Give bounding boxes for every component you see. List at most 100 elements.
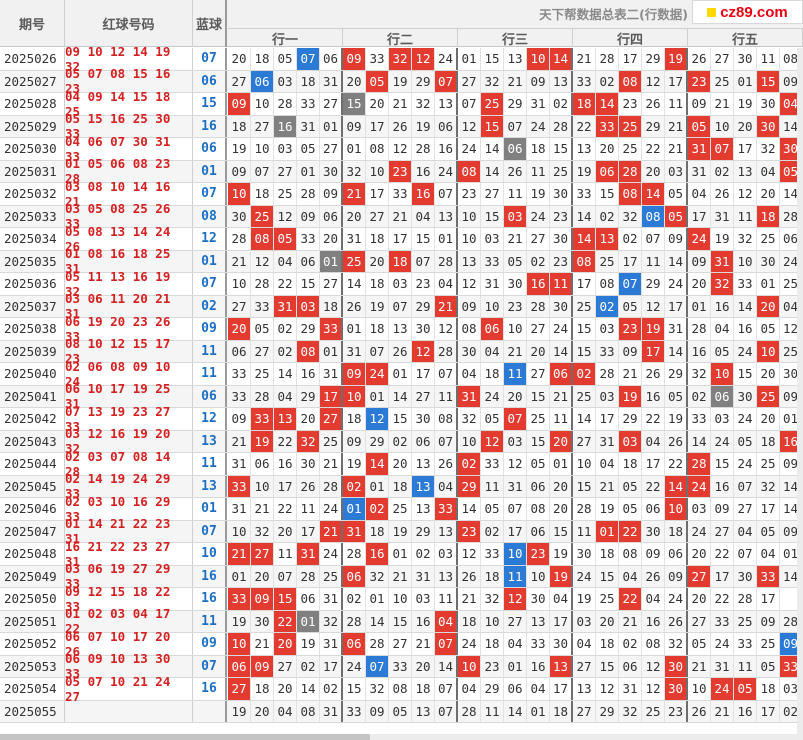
grid-number-cell: 09	[711, 498, 734, 520]
blue-ball-cell: 13	[193, 475, 227, 497]
grid-number-cell: 20	[596, 138, 619, 160]
grid-number-cell: 24	[734, 340, 757, 362]
grid-number-cell: 28	[366, 633, 389, 655]
grid-number-cell: 16	[274, 453, 297, 475]
grid-number-cell: 18	[366, 318, 389, 340]
grid-number-cell: 13	[596, 228, 619, 250]
grid-number-cell: 15	[297, 273, 320, 295]
blue-ball-column-header[interactable]: 蓝球	[193, 0, 227, 47]
grid-number-cell: 23	[389, 160, 412, 182]
grid-number-cell: 09	[228, 408, 251, 430]
grid-number-cell: 20	[550, 475, 573, 497]
grid-number-cell: 19	[573, 588, 596, 610]
grid-number-cell: 25	[550, 160, 573, 182]
grid-number-cell: 28	[320, 475, 343, 497]
grid-number-cell: 08	[435, 408, 458, 430]
grid-number-cell: 28	[550, 115, 573, 137]
grid-number-cell: 02	[619, 228, 642, 250]
grid-number-cell: 15	[389, 408, 412, 430]
grid-number-cell: 31	[688, 160, 711, 182]
grid-number-cell: 01	[435, 228, 458, 250]
grid-number-cell: 18	[320, 295, 343, 317]
grid-number-cell: 29	[412, 295, 435, 317]
grid-number-cell: 17	[366, 115, 389, 137]
grid-number-cell: 14	[366, 610, 389, 632]
grid-number-cell: 32	[389, 48, 412, 70]
grid-number-cell: 20	[251, 565, 274, 587]
grid-number-cell: 20	[596, 610, 619, 632]
grid-number-cell: 33	[343, 700, 366, 722]
site-logo[interactable]: cz89.com	[692, 0, 803, 24]
grid-number-cell: 28	[734, 588, 757, 610]
grid-number-cell: 18	[366, 520, 389, 542]
table-row[interactable]: 2025055 19 20 04 08 31 33 09 05 13 07 28 11 14 01 18 27 2…	[0, 700, 803, 723]
grid-number-cell: 18	[297, 70, 320, 92]
grid-number-cell: 32	[366, 565, 389, 587]
grid-number-cell: 18	[481, 565, 504, 587]
grid-number-cell: 06	[481, 318, 504, 340]
grid-number-cell: 14	[481, 138, 504, 160]
grid-number-cell: 07	[435, 183, 458, 205]
red-balls-column-header[interactable]: 红球号码	[65, 0, 193, 47]
grid-number-cell: 06	[527, 475, 550, 497]
grid-number-cell: 04	[481, 340, 504, 362]
grid-number-cell: 02	[481, 520, 504, 542]
grid-number-cell: 02	[619, 633, 642, 655]
grid-number-cell: 31	[274, 295, 297, 317]
grid-number-cell: 03	[389, 273, 412, 295]
grid-number-cell: 28	[435, 250, 458, 272]
grid-number-cell: 32	[665, 633, 688, 655]
grid-number-cell: 10	[527, 565, 550, 587]
grid-number-cell: 01	[320, 115, 343, 137]
grid-number-cell: 02	[550, 93, 573, 115]
grid-number-cell: 02	[573, 363, 596, 385]
table-row[interactable]: 2025054 05 07 10 21 24 27 16 27 18 20 14 02 15 32…	[0, 674, 803, 704]
grid-number-cell: 25	[619, 138, 642, 160]
blue-ball-cell: 07	[193, 655, 227, 677]
grid-number-cell: 33	[481, 543, 504, 565]
grid-number-cell: 19	[734, 93, 757, 115]
vertical-scrollbar[interactable]	[797, 48, 803, 740]
grid-number-cell: 18	[366, 273, 389, 295]
grid-number-cell: 23	[688, 70, 711, 92]
grid-number-cell: 18	[366, 228, 389, 250]
grid-number-cell: 01	[389, 543, 412, 565]
grid-number-cell: 07	[504, 498, 527, 520]
grid-number-cell: 32	[734, 228, 757, 250]
blue-ball-cell: 06	[193, 70, 227, 92]
blue-ball-cell: 16	[193, 678, 227, 700]
grid-number-cell: 06	[619, 655, 642, 677]
period-cell: 2025052	[0, 633, 65, 655]
grid-number-cell: 22	[642, 475, 665, 497]
grid-number-cell: 20	[757, 363, 780, 385]
period-cell: 2025040	[0, 363, 65, 385]
grid-number-cell: 14	[665, 340, 688, 362]
grid-number-cell: 25	[481, 93, 504, 115]
grid-number-cell: 05	[619, 498, 642, 520]
grid-number-cell: 18	[527, 138, 550, 160]
grid-number-cell: 13	[573, 678, 596, 700]
grid-number-cell: 31	[481, 273, 504, 295]
grid-number-cell: 20	[412, 655, 435, 677]
grid-number-cell: 20	[320, 228, 343, 250]
grid-number-cell: 17	[688, 205, 711, 227]
horizontal-scrollbar-thumb[interactable]	[0, 734, 370, 740]
grid-number-cell: 21	[619, 610, 642, 632]
grid-number-cell: 11	[734, 205, 757, 227]
grid-number-cell: 07	[435, 678, 458, 700]
grid-number-cell: 19	[619, 385, 642, 407]
grid-number-cell: 28	[251, 273, 274, 295]
grid-number-cell: 26	[711, 183, 734, 205]
grid-number-cell: 04	[458, 678, 481, 700]
grid-number-cell: 05	[734, 678, 757, 700]
grid-number-cell: 30	[757, 93, 780, 115]
grid-number-cell: 14	[435, 655, 458, 677]
grid-number-cell: 07	[366, 655, 389, 677]
grid-number-cell: 06	[550, 363, 573, 385]
red-balls-cell: 05 07 10 21 24 27	[65, 674, 193, 704]
grid-number-cell: 23	[504, 295, 527, 317]
period-column-header[interactable]: 期号	[0, 0, 65, 47]
grid-number-cell: 05	[274, 48, 297, 70]
grid-number-cell: 08	[596, 273, 619, 295]
grid-number-cell: 31	[320, 700, 343, 722]
